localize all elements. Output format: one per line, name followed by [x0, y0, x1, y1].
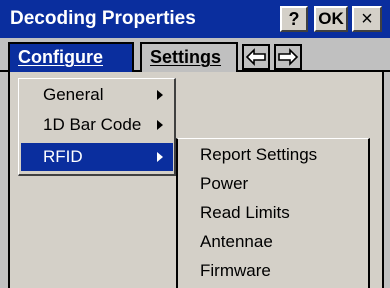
tab-bar: Configure Settings	[0, 38, 390, 72]
title-bar: Decoding Properties ? OK ×	[0, 0, 390, 38]
submenu-item-power[interactable]: Power	[200, 170, 248, 198]
ok-button[interactable]: OK	[314, 6, 348, 32]
left-arrow-icon	[245, 48, 266, 66]
menu-item-label: RFID	[43, 147, 83, 166]
configure-menu: General 1D Bar Code RFID	[18, 78, 176, 176]
submenu-item-read-limits[interactable]: Read Limits	[200, 199, 290, 227]
menu-item-label: General	[43, 85, 104, 104]
right-arrow-icon	[278, 48, 299, 66]
menu-item-1d-bar-code[interactable]: 1D Bar Code	[21, 111, 173, 139]
menu-item-rfid[interactable]: RFID	[21, 143, 173, 171]
submenu-arrow-icon	[157, 120, 163, 130]
tab-settings[interactable]: Settings	[140, 42, 238, 72]
scroll-right-button[interactable]	[274, 44, 302, 70]
submenu-item-antennae[interactable]: Antennae	[200, 228, 273, 256]
submenu-item-firmware[interactable]: Firmware	[200, 257, 271, 285]
menu-item-label: 1D Bar Code	[43, 115, 142, 134]
menu-item-general[interactable]: General	[21, 81, 173, 109]
window-title: Decoding Properties	[10, 8, 196, 29]
submenu-item-report-settings[interactable]: Report Settings	[200, 141, 317, 169]
submenu-arrow-icon	[157, 90, 163, 100]
close-button[interactable]: ×	[352, 6, 382, 32]
submenu-arrow-icon	[157, 152, 163, 162]
rfid-submenu: Report Settings Power Read Limits Antenn…	[176, 138, 370, 288]
tab-configure[interactable]: Configure	[8, 42, 134, 72]
help-button[interactable]: ?	[280, 6, 308, 32]
scroll-left-button[interactable]	[242, 44, 270, 70]
